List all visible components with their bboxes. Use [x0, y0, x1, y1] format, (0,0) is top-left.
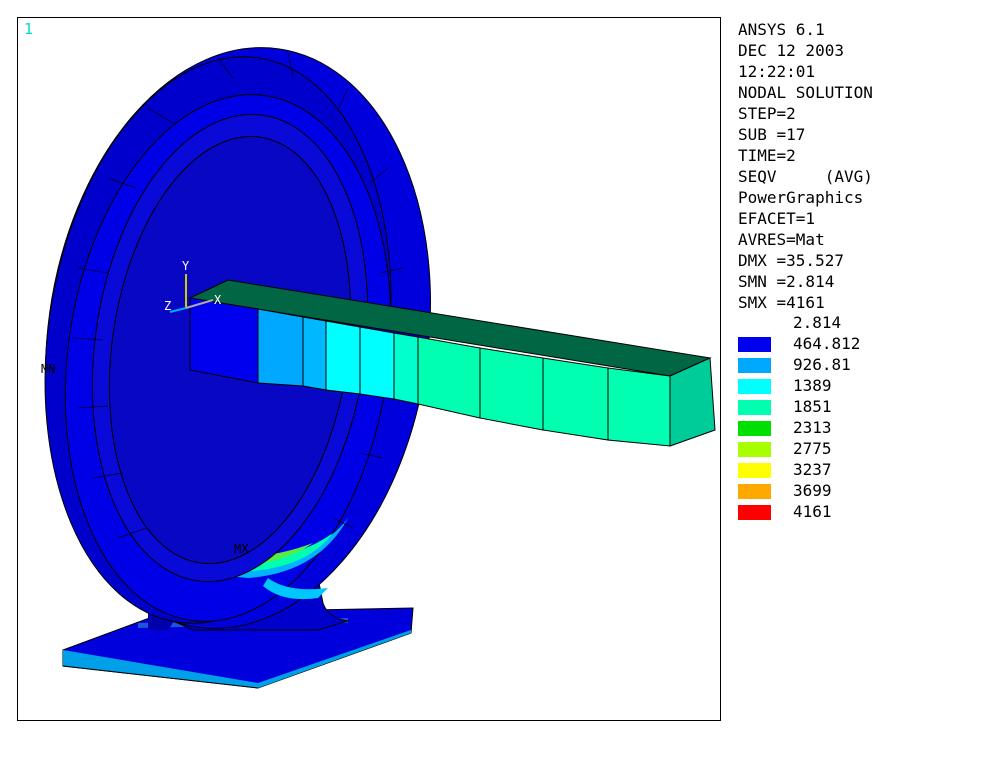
info-line: EFACET=1 [738, 209, 816, 228]
legend-swatch [738, 379, 771, 394]
info-line: DMX =35.527 [738, 251, 844, 270]
graphics-viewport[interactable]: 1 Y Z X MN MX [17, 17, 721, 721]
legend-swatch [738, 505, 771, 520]
legend-label: 4161 [793, 502, 832, 521]
legend-label: 2775 [793, 439, 832, 458]
info-line: DEC 12 2003 [738, 41, 844, 60]
info-line: SMX =4161 [738, 293, 825, 312]
legend-label: 926.81 [793, 355, 851, 374]
legend-label: 464.812 [793, 334, 861, 353]
info-line: NODAL SOLUTION [738, 83, 873, 102]
axis-y-label: Y [182, 259, 190, 273]
info-line: AVRES=Mat [738, 230, 825, 249]
legend-swatch [738, 442, 771, 457]
info-line: SEQV (AVG) [738, 167, 873, 186]
info-line: SMN =2.814 [738, 272, 835, 291]
fea-model: Y Z X MN MX [41, 47, 716, 689]
info-line: STEP=2 [738, 104, 796, 123]
legend-min-label: 2.814 [793, 313, 842, 332]
info-line: TIME=2 [738, 146, 796, 165]
info-line: ANSYS 6.1 [738, 20, 825, 39]
legend-label: 1389 [793, 376, 832, 395]
max-marker-label: MX [234, 542, 249, 556]
legend-label: 1851 [793, 397, 832, 416]
info-line: 12:22:01 [738, 62, 816, 81]
legend-swatch [738, 484, 771, 499]
legend-label: 3699 [793, 481, 832, 500]
legend-label: 3237 [793, 460, 832, 479]
axis-x-label: X [214, 293, 222, 307]
legend-swatch [738, 421, 771, 436]
legend-label: 2313 [793, 418, 832, 437]
info-line: PowerGraphics [738, 188, 864, 207]
min-marker-label: MN [41, 362, 55, 376]
info-line: SUB =17 [738, 125, 806, 144]
legend-swatch [738, 463, 771, 478]
info-panel: ANSYS 6.1 DEC 12 2003 12:22:01 NODAL SOLUTI… [738, 19, 873, 313]
legend-swatch [738, 337, 771, 352]
axis-z-label: Z [164, 299, 171, 313]
legend-swatch [738, 400, 771, 415]
legend-swatch [738, 358, 771, 373]
